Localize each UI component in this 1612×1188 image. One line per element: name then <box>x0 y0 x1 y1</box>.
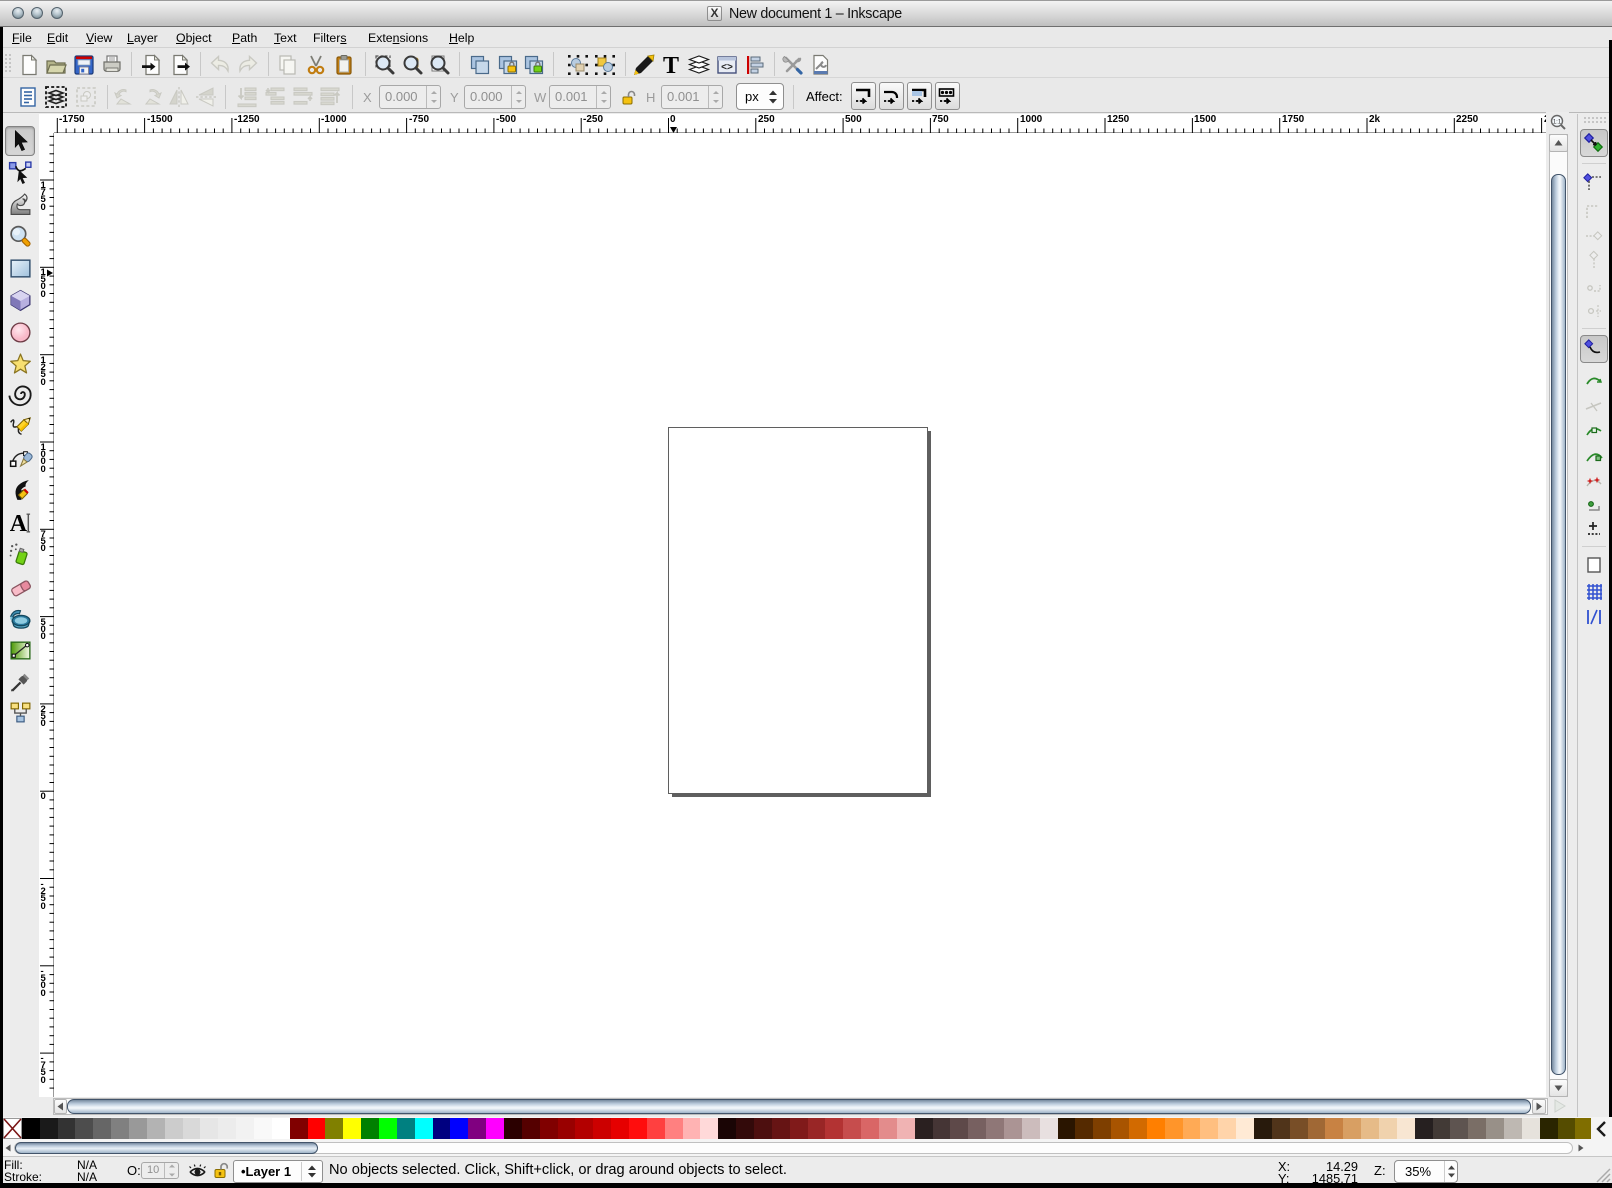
svg-text:<>: <> <box>721 62 733 73</box>
svg-text:A: A <box>10 511 28 535</box>
svg-text:T: T <box>663 53 679 77</box>
svg-text:1:1: 1:1 <box>1553 120 1562 126</box>
